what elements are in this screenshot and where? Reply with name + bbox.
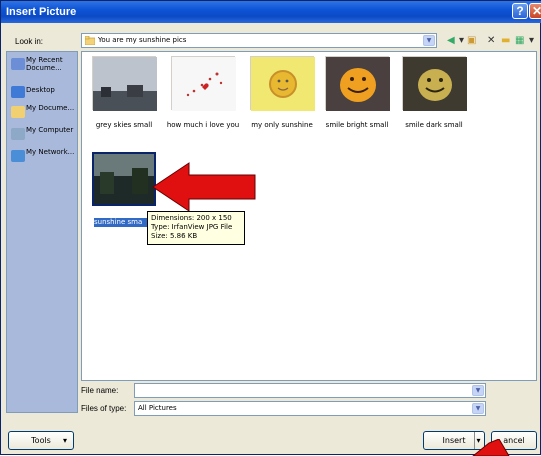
look-in-value: You are my sunshine pics [98, 36, 187, 44]
thumbnail-grey-skies[interactable] [92, 56, 157, 111]
place-label: Desktop [26, 86, 55, 94]
red-arrow-pointer [152, 162, 256, 212]
files-of-type-value: All Pictures [138, 404, 177, 412]
sun-image [251, 57, 315, 111]
file-label-selected[interactable]: sunshine sma [94, 218, 154, 227]
my-computer-icon [11, 128, 25, 140]
insert-picture-dialog: Insert Picture ? ✕ Look in: You are my s… [0, 0, 541, 456]
tooltip-size: Size: 5.86 KB [151, 232, 198, 240]
my-documents-icon [11, 106, 25, 118]
recent-documents-icon [11, 58, 25, 70]
delete-icon[interactable]: ✕ [487, 36, 495, 46]
up-folder-icon[interactable]: ▣ [467, 36, 476, 46]
grey-skies-image [93, 57, 157, 111]
file-label[interactable]: smile bright small [318, 121, 396, 130]
look-in-dropdown[interactable]: You are my sunshine pics ▼ [81, 33, 437, 48]
chevron-down-icon: ▾ [62, 436, 67, 445]
chevron-down-icon[interactable]: ▼ [472, 385, 484, 396]
tools-label: Tools [31, 436, 51, 445]
chevron-down-icon[interactable]: ▼ [472, 403, 484, 414]
back-icon[interactable]: ◀ [447, 36, 455, 46]
thumbnail-my-only-sunshine[interactable] [250, 56, 315, 111]
thumbnail-sunshine-small[interactable] [92, 152, 156, 206]
places-bar: My Recent Docume... Desktop My Docume...… [6, 51, 78, 413]
chevron-down-icon[interactable]: ▼ [423, 35, 435, 46]
file-label[interactable]: how much i love you [164, 121, 242, 130]
folder-icon [85, 36, 95, 45]
place-label: My Recent Docume... [26, 56, 63, 72]
place-my-network[interactable]: My Network... [9, 148, 77, 174]
file-label[interactable]: smile dark small [395, 121, 473, 130]
place-label: My Computer [26, 126, 74, 134]
files-of-type-dropdown[interactable]: All Pictures ▼ [134, 401, 486, 416]
insert-label: Insert [442, 436, 466, 445]
new-folder-icon[interactable]: ▬ [501, 36, 510, 46]
red-arrow-pointer-bottom [472, 439, 510, 456]
thumbnail-smile-bright[interactable] [325, 56, 390, 111]
tooltip-dimensions: Dimensions: 200 x 150 [151, 214, 232, 222]
my-network-icon [11, 150, 25, 162]
tools-button[interactable]: Tools ▾ [8, 431, 74, 450]
thumbnail-how-much-i-love-you[interactable] [171, 56, 236, 111]
hearts-image [172, 57, 236, 111]
file-label[interactable]: grey skies small [85, 121, 163, 130]
views-dropdown-icon[interactable]: ▾ [529, 36, 534, 46]
back-dropdown-icon[interactable]: ▾ [459, 36, 464, 46]
thumbnail-smile-dark[interactable] [402, 56, 467, 111]
close-button[interactable]: ✕ [529, 3, 541, 19]
file-name-label: File name: [81, 386, 119, 395]
look-in-label: Look in: [15, 37, 44, 46]
smile-bright-image [326, 57, 390, 111]
help-button[interactable]: ? [512, 3, 528, 19]
files-of-type-label: Files of type: [81, 404, 127, 413]
views-icon[interactable]: ▦ [515, 36, 524, 46]
file-name-field[interactable]: ▼ [134, 383, 486, 398]
tooltip-type: Type: IrfanView JPG File [151, 223, 233, 231]
window-title: Insert Picture [6, 6, 77, 18]
place-label: My Docume... [26, 104, 75, 112]
title-bar[interactable]: Insert Picture ? ✕ [1, 1, 541, 23]
sunshine-small-image [94, 154, 154, 204]
file-info-tooltip: Dimensions: 200 x 150 Type: IrfanView JP… [147, 211, 245, 245]
smile-dark-image [403, 57, 467, 111]
place-recent[interactable]: My Recent Docume... [9, 56, 77, 82]
desktop-icon [11, 86, 25, 98]
file-label[interactable]: my only sunshine [243, 121, 321, 130]
place-label: My Network... [26, 148, 75, 156]
